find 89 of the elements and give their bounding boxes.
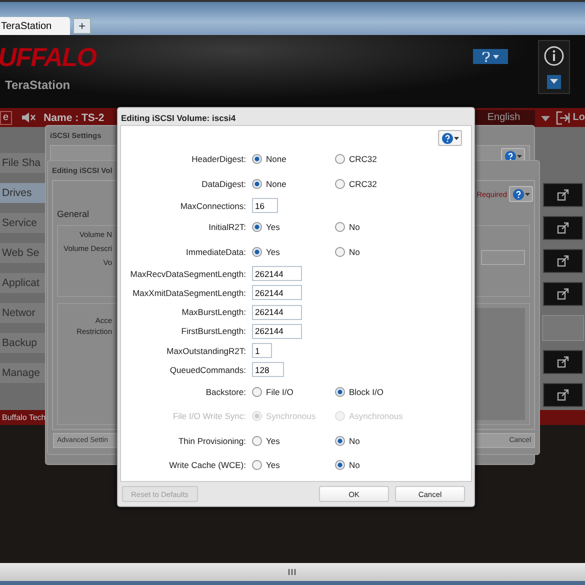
logout-link[interactable]: Lo [572,112,585,123]
help-icon [482,52,500,62]
new-tab-button[interactable]: + [73,18,91,34]
top-bar-button[interactable]: e [0,110,12,124]
input-field[interactable]: 262144 [252,324,302,339]
caret-icon [550,79,558,84]
external-link-icon [556,255,568,267]
radio-option[interactable]: File I/O [252,386,329,397]
radio-option[interactable]: None [252,178,329,189]
radio-option[interactable]: CRC32 [335,154,462,164]
radio-button[interactable] [252,222,262,232]
input-field[interactable]: 262144 [252,304,302,320]
info-icon[interactable] [544,46,564,66]
external-link-icon [556,356,568,368]
radio-option[interactable]: No [335,460,462,470]
radio-button[interactable] [252,246,262,257]
radio-button[interactable] [335,436,345,446]
field-label: MaxRecvDataSegmentLength: [129,268,246,279]
input-field[interactable]: 16 [252,198,278,214]
logout-icon[interactable] [556,110,570,124]
help-button[interactable] [509,186,533,202]
browser-tab[interactable]: TeraStation [0,17,70,35]
radio-button[interactable] [335,178,345,189]
input-field[interactable]: 262144 [252,266,302,282]
external-link-icon [556,288,568,300]
device-name: Name : TS-2 [44,112,104,124]
input-field[interactable]: 262144 [252,285,302,300]
radio-button[interactable] [335,222,345,232]
radio-option[interactable]: Yes [252,222,329,232]
open-button[interactable] [542,216,582,240]
field-label: MaxOutstandingR2T: [166,346,246,356]
radio-option[interactable]: No [335,246,462,257]
radio-option[interactable]: Yes [252,246,329,257]
radio-option[interactable]: None [252,154,329,164]
help-icon [512,188,524,200]
field-label: ImmediateData: [185,246,246,257]
radio-option[interactable]: Yes [252,436,329,446]
radio-button[interactable] [252,178,262,189]
field-label: Write Cache (WCE): [168,460,246,470]
radio-option[interactable]: No [335,222,462,232]
field-label: Backstore: [204,386,246,397]
field-label: HeaderDigest: [190,154,246,164]
help-icon [442,132,452,144]
help-button[interactable] [438,130,462,146]
open-button[interactable] [542,249,582,273]
radio-button[interactable] [252,460,262,470]
field-label: DataDigest: [200,178,246,189]
caret-icon [540,116,550,122]
text-field[interactable] [481,250,525,265]
dialog-title: Editing iSCSI Volume: iscsi4 [120,112,237,125]
field-label: FirstBurstLength: [180,326,246,336]
field-label: MaxConnections: [179,200,246,211]
dropdown-button[interactable] [547,74,561,88]
section-title: General [57,209,90,219]
radio-option[interactable]: CRC32 [335,178,462,189]
radio-button[interactable] [335,460,345,470]
caret-icon [516,154,522,158]
caret-icon [524,192,530,196]
caret-icon [454,136,458,140]
open-button[interactable] [542,350,582,374]
radio-button[interactable] [335,246,345,257]
sidebar-item[interactable]: Drives [0,183,45,203]
field-label: Thin Provisioning: [177,436,246,446]
radio-button[interactable] [252,154,262,164]
input-field[interactable]: 128 [252,362,284,378]
field-label: InitialR2T: [208,222,246,232]
radio-option[interactable]: Yes [252,460,329,470]
open-button[interactable] [542,183,582,207]
input-field[interactable]: 1 [252,343,272,358]
radio-button[interactable] [252,436,262,446]
open-button[interactable] [542,383,582,407]
radio-button[interactable] [335,386,345,397]
radio-option[interactable]: Block I/O [335,386,462,397]
open-button[interactable] [542,282,582,306]
field-label: MaxBurstLength: [180,307,246,318]
muted-speaker-icon[interactable] [22,112,36,123]
radio-option[interactable]: No [335,436,462,446]
external-link-icon [556,222,568,234]
external-link-icon [556,189,568,201]
help-menu-button[interactable] [473,49,508,64]
product-name: TeraStation [4,78,72,92]
language-select[interactable]: English [472,110,535,126]
external-link-icon [556,389,568,401]
grip-icon[interactable] [288,569,297,575]
field-label: QueuedCommands: [168,364,246,375]
field-label: MaxXmitDataSegmentLength: [132,288,246,298]
radio-button[interactable] [252,386,262,397]
radio-button[interactable] [335,154,345,164]
field-label: File I/O Write Sync: [172,411,246,422]
